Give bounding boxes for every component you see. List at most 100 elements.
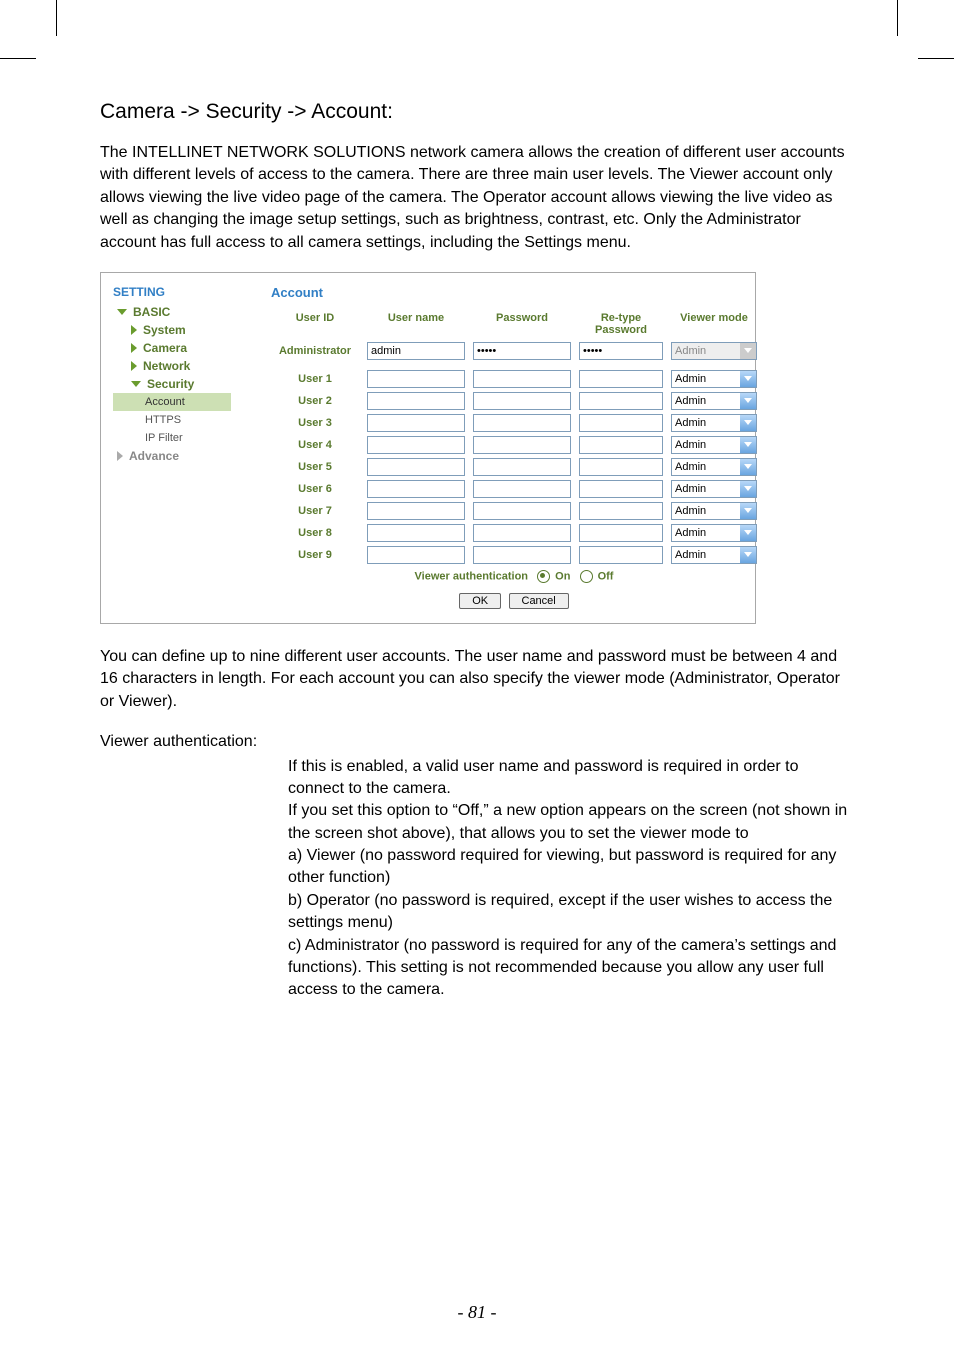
cropmark: [897, 0, 898, 36]
retype-input[interactable]: [579, 524, 663, 542]
username-input[interactable]: [367, 458, 465, 476]
viewer-mode-select[interactable]: Admin: [671, 502, 757, 520]
password-input[interactable]: [473, 342, 571, 360]
chevron-down-icon: [740, 525, 756, 541]
row-userid: Administrator: [271, 345, 359, 357]
table-row: User 2 Admin: [271, 392, 757, 410]
cropmark: [56, 0, 57, 36]
sidebar-item-network[interactable]: Network: [113, 357, 253, 375]
sidebar-item-basic[interactable]: BASIC: [113, 303, 253, 321]
viewer-mode-select: Admin: [671, 342, 757, 360]
password-input[interactable]: [473, 458, 571, 476]
sidebar-item-label: Camera: [143, 341, 187, 355]
password-input[interactable]: [473, 502, 571, 520]
viewer-mode-select[interactable]: Admin: [671, 546, 757, 564]
sidebar-item-label: System: [143, 323, 186, 337]
page-heading: Camera -> Security -> Account:: [100, 100, 854, 124]
retype-input[interactable]: [579, 392, 663, 410]
ok-button[interactable]: OK: [459, 593, 501, 609]
retype-input[interactable]: [579, 436, 663, 454]
chevron-down-icon: [740, 503, 756, 519]
select-value: Admin: [675, 461, 706, 473]
chevron-down-icon: [740, 415, 756, 431]
chevron-right-icon: [117, 451, 123, 461]
username-input[interactable]: [367, 370, 465, 388]
select-value: Admin: [675, 417, 706, 429]
sidebar-item-system[interactable]: System: [113, 321, 253, 339]
select-value: Admin: [675, 549, 706, 561]
sidebar: SETTING BASIC System Camera Network Secu…: [113, 285, 253, 609]
retype-input[interactable]: [579, 546, 663, 564]
viewer-mode-select[interactable]: Admin: [671, 392, 757, 410]
settings-panel: SETTING BASIC System Camera Network Secu…: [100, 272, 756, 624]
sidebar-item-camera[interactable]: Camera: [113, 339, 253, 357]
col-viewermode: Viewer mode: [671, 312, 757, 336]
retype-input[interactable]: [579, 342, 663, 360]
chevron-down-icon: [740, 343, 756, 359]
row-userid: User 8: [271, 527, 359, 539]
viewer-auth-row: Viewer authentication On Off: [271, 570, 757, 583]
username-input[interactable]: [367, 524, 465, 542]
viewer-auth-term: Viewer authentication:: [100, 731, 854, 753]
sidebar-item-label: BASIC: [133, 305, 170, 319]
password-input[interactable]: [473, 414, 571, 432]
row-userid: User 4: [271, 439, 359, 451]
row-userid: User 2: [271, 395, 359, 407]
table-row: User 4 Admin: [271, 436, 757, 454]
retype-input[interactable]: [579, 480, 663, 498]
chevron-down-icon: [131, 381, 141, 387]
account-form: Account User ID User name Password Re-ty…: [253, 285, 757, 609]
username-input[interactable]: [367, 502, 465, 520]
retype-input[interactable]: [579, 414, 663, 432]
retype-input[interactable]: [579, 458, 663, 476]
cancel-button[interactable]: Cancel: [509, 593, 569, 609]
table-row: User 1 Admin: [271, 370, 757, 388]
col-userid: User ID: [271, 312, 359, 336]
sidebar-item-https[interactable]: HTTPS: [113, 411, 253, 429]
username-input[interactable]: [367, 342, 465, 360]
sidebar-item-advance[interactable]: Advance: [113, 447, 253, 465]
password-input[interactable]: [473, 480, 571, 498]
viewer-mode-select[interactable]: Admin: [671, 458, 757, 476]
username-input[interactable]: [367, 436, 465, 454]
username-input[interactable]: [367, 414, 465, 432]
viewer-auth-desc: b) Operator (no password is required, ex…: [288, 890, 854, 935]
chevron-down-icon: [740, 437, 756, 453]
sidebar-item-ipfilter[interactable]: IP Filter: [113, 429, 253, 447]
select-value: Admin: [675, 395, 706, 407]
select-value: Admin: [675, 373, 706, 385]
username-input[interactable]: [367, 546, 465, 564]
username-input[interactable]: [367, 480, 465, 498]
username-input[interactable]: [367, 392, 465, 410]
radio-on-label: On: [555, 570, 570, 582]
viewer-mode-select[interactable]: Admin: [671, 524, 757, 542]
viewer-mode-select[interactable]: Admin: [671, 436, 757, 454]
intro-paragraph: The INTELLINET NETWORK SOLUTIONS network…: [100, 142, 854, 254]
sidebar-item-account[interactable]: Account: [113, 393, 231, 411]
chevron-right-icon: [131, 361, 137, 371]
retype-input[interactable]: [579, 370, 663, 388]
select-value: Admin: [675, 439, 706, 451]
password-input[interactable]: [473, 392, 571, 410]
viewer-auth-desc: a) Viewer (no password required for view…: [288, 845, 854, 890]
select-value: Admin: [675, 505, 706, 517]
password-input[interactable]: [473, 524, 571, 542]
chevron-down-icon: [740, 547, 756, 563]
password-input[interactable]: [473, 436, 571, 454]
row-userid: User 6: [271, 483, 359, 495]
password-input[interactable]: [473, 546, 571, 564]
viewer-mode-select[interactable]: Admin: [671, 480, 757, 498]
row-userid: User 9: [271, 549, 359, 561]
radio-on[interactable]: [537, 570, 550, 583]
viewer-mode-select[interactable]: Admin: [671, 414, 757, 432]
password-input[interactable]: [473, 370, 571, 388]
radio-off[interactable]: [580, 570, 593, 583]
viewer-auth-desc: c) Administrator (no password is require…: [288, 935, 854, 1002]
row-userid: User 7: [271, 505, 359, 517]
sidebar-item-security[interactable]: Security: [113, 375, 253, 393]
table-row: User 3Admin: [271, 414, 757, 432]
viewer-mode-select[interactable]: Admin: [671, 370, 757, 388]
table-header: User ID User name Password Re-type Passw…: [271, 312, 757, 336]
row-userid: User 1: [271, 373, 359, 385]
retype-input[interactable]: [579, 502, 663, 520]
